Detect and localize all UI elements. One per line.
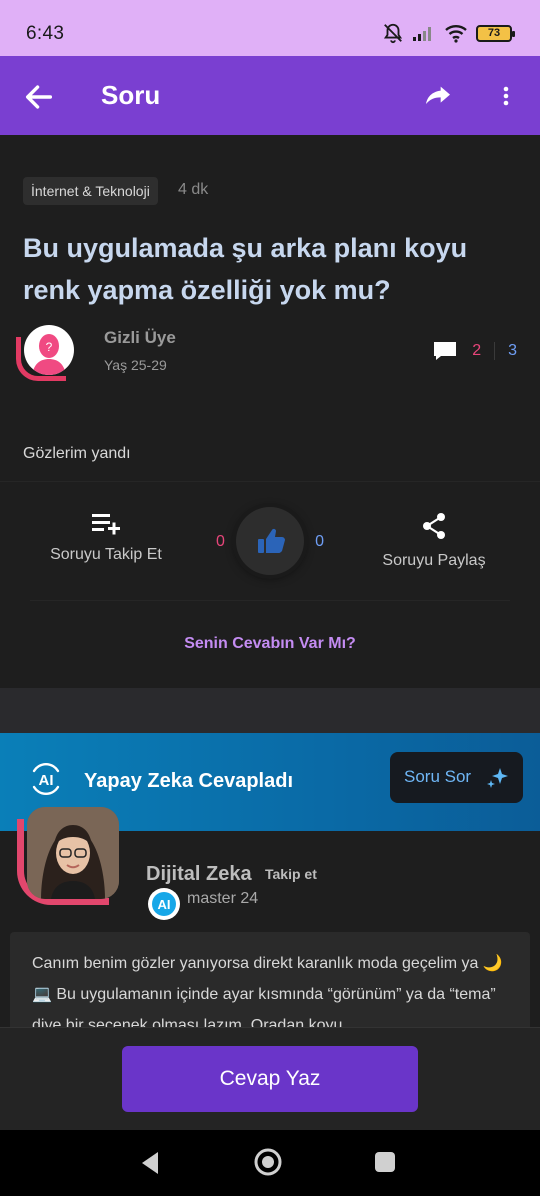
status-icons: 73 [382,22,515,44]
ai-badge-text: AI [158,897,171,912]
follow-ai-button[interactable]: Takip et [265,866,317,882]
nav-recent-icon[interactable] [374,1151,396,1173]
share-nodes-icon [423,513,445,539]
ai-portrait-icon [27,807,119,899]
like-button[interactable] [236,507,304,575]
follow-question-button[interactable]: Soruyu Takip Et [40,511,172,564]
nav-home-icon[interactable] [254,1148,282,1176]
status-bar: 6:43 73 [0,0,540,56]
anonymous-avatar-icon: ? [24,325,74,375]
status-time: 6:43 [26,23,65,44]
ai-level: master 24 [187,890,259,907]
like-count-left: 0 [216,533,225,550]
more-vert-icon[interactable] [494,80,518,112]
ai-answer-section: Dijital Zeka Takip et AI master 24 Canım… [0,807,540,1042]
ai-banner-title: Yapay Zeka Cevapladı [84,770,294,792]
answer-card: Canım benim gözler yanıyorsa direkt kara… [10,932,530,1042]
sparkle-icon [487,768,508,788]
ask-question-button[interactable]: Soru Sor [390,752,523,803]
back-arrow-icon[interactable] [22,80,56,114]
svg-text:?: ? [46,340,53,354]
battery-indicator: 73 [476,24,515,42]
user-name[interactable]: Gizli Üye [104,328,176,348]
ask-label: Soru Sor [404,767,472,786]
follow-label: Soruyu Takip Et [50,546,162,563]
like-count-right: 0 [315,533,324,550]
mute-bell-icon [383,23,403,44]
question-title: Bu uygulamada şu arka planı koyu renk ya… [23,233,468,305]
app-bar: Soru [0,56,540,135]
divider [0,481,540,482]
comment-count: 2 [472,342,482,359]
page-title: Soru [101,80,161,110]
thumbs-up-icon [258,528,285,553]
section-gap [0,688,540,733]
ai-badge-icon: AI [148,888,180,920]
ai-name[interactable]: Dijital Zeka [146,863,252,886]
ai-logo-icon: AI [32,763,60,795]
wifi-icon [445,25,467,43]
ai-avatar[interactable] [17,805,123,907]
playlist-add-icon [92,514,120,535]
nav-back-icon[interactable] [138,1150,162,1176]
time-ago: 4 dk [178,181,209,198]
share-question-button[interactable]: Soruyu Paylaş [370,511,498,570]
like-area: 0 0 [210,505,330,575]
stat-divider [494,342,496,360]
category-badge[interactable]: İnternet & Teknoloji [23,177,158,205]
your-answer-link[interactable]: Senin Cevabın Var Mı? [0,635,540,653]
divider [30,600,510,601]
share-arrow-icon[interactable] [422,80,454,112]
share-label: Soruyu Paylaş [382,552,486,569]
user-avatar[interactable]: ? [16,323,80,383]
bottom-bar: Cevap Yaz [0,1027,540,1130]
navigation-bar [0,1130,540,1196]
user-age: Yaş 25-29 [104,357,167,373]
answer-count: 3 [508,342,517,359]
question-body: Gözlerim yandı [23,445,131,462]
write-answer-button[interactable]: Cevap Yaz [122,1046,418,1112]
question-section: İnternet & Teknoloji 4 dk Bu uygulamada … [0,135,540,688]
signal-icon [413,27,431,41]
comment-icon [434,342,457,360]
question-stats: 2 3 [432,339,517,363]
ai-logo-text: AI [39,772,54,789]
